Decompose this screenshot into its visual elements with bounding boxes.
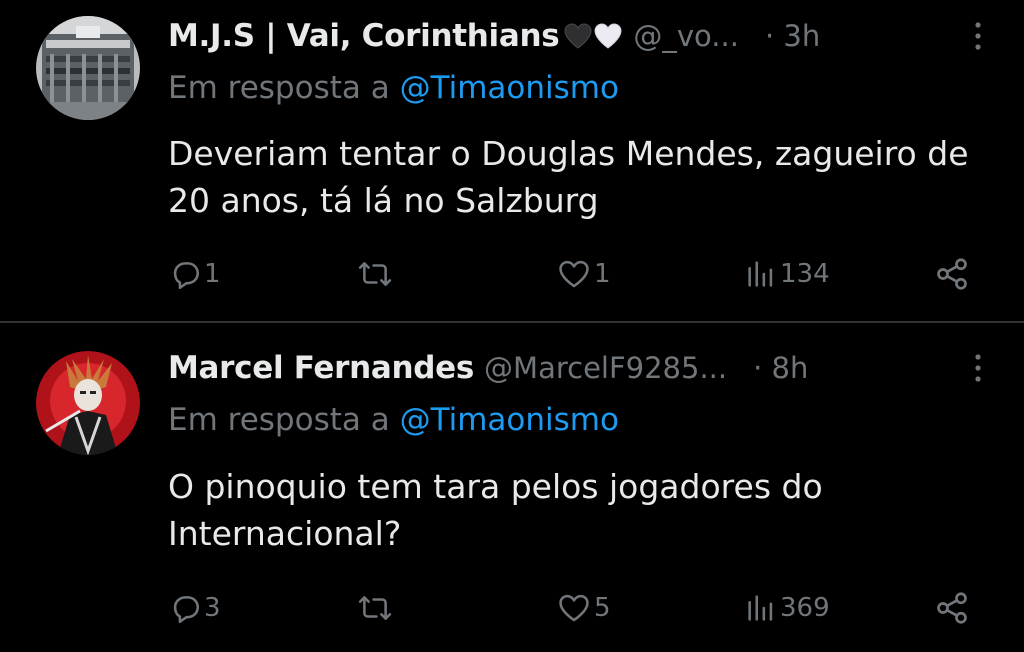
avatar[interactable] <box>36 351 140 455</box>
retweet-icon <box>358 262 392 286</box>
display-name[interactable]: Marcel Fernandes <box>168 350 474 386</box>
timestamp[interactable]: · 8h <box>753 351 808 385</box>
avatar[interactable] <box>36 16 140 120</box>
share-icon <box>937 592 967 624</box>
share-button[interactable] <box>934 588 970 628</box>
user-handle[interactable]: @MarcelF9285... <box>484 351 727 385</box>
retweet-icon <box>358 596 392 620</box>
retweet-button[interactable] <box>358 254 394 294</box>
reply-context: Em resposta a @Timaonismo <box>168 402 619 438</box>
retweet-button[interactable] <box>358 588 394 628</box>
stadium-photo-icon <box>36 16 140 120</box>
heart-icon <box>559 594 589 622</box>
reply-count: 1 <box>204 259 221 289</box>
heart-icon <box>559 260 589 288</box>
anime-character-avatar-icon <box>36 351 140 455</box>
views-chart-icon <box>748 261 773 287</box>
reply-context: Em resposta a @Timaonismo <box>168 70 619 106</box>
reply-icon <box>173 596 200 624</box>
views-count: 134 <box>780 259 830 289</box>
tweet-header: Marcel Fernandes @MarcelF9285... · 8h <box>168 346 984 390</box>
tweet-header: M.J.S | Vai, Corinthians @_vo... · 3h <box>168 14 984 58</box>
reply-mention-link[interactable]: @Timaonismo <box>400 70 619 106</box>
views-button[interactable]: 134 <box>744 254 830 294</box>
reply-icon <box>173 262 200 290</box>
share-icon <box>937 258 967 290</box>
more-options-icon[interactable] <box>972 20 984 52</box>
reply-mention-link[interactable]: @Timaonismo <box>400 402 619 438</box>
tweet-item[interactable]: Marcel Fernandes @MarcelF9285... · 8h Em… <box>0 323 1024 652</box>
like-button[interactable]: 1 <box>556 254 611 294</box>
views-count: 369 <box>780 593 830 623</box>
like-button[interactable]: 5 <box>556 588 611 628</box>
like-count: 1 <box>594 259 611 289</box>
share-button[interactable] <box>934 254 970 294</box>
white-heart-icon <box>594 23 622 49</box>
views-chart-icon <box>748 595 773 621</box>
reply-count: 3 <box>204 593 221 623</box>
tweet-item[interactable]: M.J.S | Vai, Corinthians @_vo... · 3h Em… <box>0 0 1024 322</box>
like-count: 5 <box>594 593 611 623</box>
reply-prefix: Em resposta a <box>168 70 390 106</box>
user-handle[interactable]: @_vo... <box>633 19 739 53</box>
more-options-icon[interactable] <box>972 352 984 384</box>
tweet-text: O pinoquio tem tara pelos jogadores do I… <box>168 467 823 553</box>
reply-button[interactable]: 3 <box>168 588 221 628</box>
emoji-group <box>563 22 623 50</box>
black-heart-icon <box>564 23 592 49</box>
display-name[interactable]: M.J.S | Vai, Corinthians <box>168 18 560 54</box>
views-button[interactable]: 369 <box>744 588 830 628</box>
reply-button[interactable]: 1 <box>168 254 221 294</box>
tweet-text: Deveriam tentar o Douglas Mendes, zaguei… <box>168 134 969 220</box>
tweet-actions: 1 1 134 <box>168 254 978 294</box>
reply-prefix: Em resposta a <box>168 402 390 438</box>
timestamp[interactable]: · 3h <box>765 19 820 53</box>
tweet-actions: 3 5 369 <box>168 588 978 628</box>
